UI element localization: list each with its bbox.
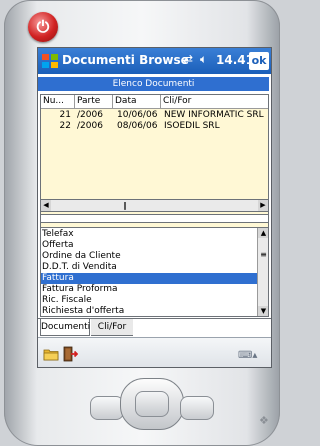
detail-field	[40, 214, 269, 223]
cell-data: 10/06/06	[117, 110, 158, 120]
scroll-thumb[interactable]: ≡	[258, 250, 268, 260]
list-item[interactable]: Ordine da Cliente	[41, 251, 258, 262]
list-item[interactable]: Ric. Fiscale	[41, 295, 258, 306]
screen: Documenti Browse ⇄ 🔈︎ 14.41 ok Elenco Do…	[37, 47, 272, 368]
table-row[interactable]: 22 /2006 08/06/06 ISOEDIL SRL	[41, 121, 268, 132]
list-item-selected[interactable]: Fattura	[41, 273, 258, 284]
cell-clifor: NEW INFORMATIC SRL	[164, 110, 264, 120]
cell-number: 22	[59, 121, 71, 131]
column-header-clifor[interactable]: Cli/For	[161, 95, 268, 108]
hardware-button-contacts[interactable]	[180, 396, 214, 420]
power-button[interactable]: ⏻	[28, 12, 58, 42]
exit-icon[interactable]	[62, 346, 78, 362]
document-type-list[interactable]: Telefax Offerta Ordine da Cliente D.D.T.…	[40, 227, 269, 317]
column-header-data[interactable]: Data	[113, 95, 161, 108]
column-header-parte[interactable]: Parte	[75, 95, 113, 108]
hardware-button-calendar[interactable]	[90, 396, 124, 420]
navigation-pad[interactable]	[120, 378, 184, 430]
toolbar: ⌨▴	[38, 337, 271, 367]
list-item[interactable]: Fattura Proforma	[41, 284, 258, 295]
horizontal-scrollbar[interactable]: ◀ ∥ ▶	[40, 199, 269, 212]
tab-documenti[interactable]: Documenti	[40, 319, 90, 336]
cell-data: 08/06/06	[117, 121, 158, 131]
scroll-thumb[interactable]: ∥	[117, 201, 133, 210]
scroll-left-icon[interactable]: ◀	[41, 200, 51, 211]
pda-device: ⏻ ❖ Documenti Browse ⇄ 🔈︎ 14.41 ok Elenc…	[4, 0, 280, 446]
connectivity-icon[interactable]: ⇄	[183, 52, 193, 66]
windows-flag-icon: ❖	[259, 414, 269, 427]
cell-number: 21	[59, 110, 71, 120]
scroll-right-icon[interactable]: ▶	[258, 200, 268, 211]
list-item[interactable]: Telefax	[41, 229, 258, 240]
folder-icon[interactable]	[43, 346, 59, 362]
scroll-down-icon[interactable]: ▼	[258, 306, 268, 316]
cell-parte: /2006	[77, 110, 103, 120]
volume-icon[interactable]: 🔈︎	[200, 52, 207, 67]
window-title: Documenti Browse	[62, 53, 189, 67]
documents-grid[interactable]: Nu... Parte Data Cli/For 21 /2006 10/06/…	[40, 94, 269, 249]
title-bar: Documenti Browse ⇄ 🔈︎ 14.41 ok	[38, 48, 271, 74]
scroll-up-icon[interactable]: ▲	[258, 228, 268, 238]
grid-header: Nu... Parte Data Cli/For	[41, 95, 268, 109]
list-item[interactable]: D.D.T. di Vendita	[41, 262, 258, 273]
vertical-scrollbar[interactable]: ▲ ≡ ▼	[257, 228, 268, 316]
keyboard-icon[interactable]: ⌨▴	[238, 350, 262, 361]
cell-parte: /2006	[77, 121, 103, 131]
tab-clifor[interactable]: Cli/For	[91, 319, 133, 336]
list-item[interactable]: Richiesta d'offerta	[41, 306, 258, 316]
start-menu-icon[interactable]	[41, 52, 59, 70]
tab-bar: Documenti Cli/For	[38, 318, 271, 337]
section-header: Elenco Documenti	[38, 77, 269, 91]
list-item[interactable]: Offerta	[41, 240, 258, 251]
action-button[interactable]	[135, 391, 169, 417]
table-row[interactable]: 21 /2006 10/06/06 NEW INFORMATIC SRL	[41, 110, 268, 121]
ok-button[interactable]: ok	[249, 52, 269, 70]
column-header-number[interactable]: Nu...	[41, 95, 75, 108]
cell-clifor: ISOEDIL SRL	[164, 121, 220, 131]
